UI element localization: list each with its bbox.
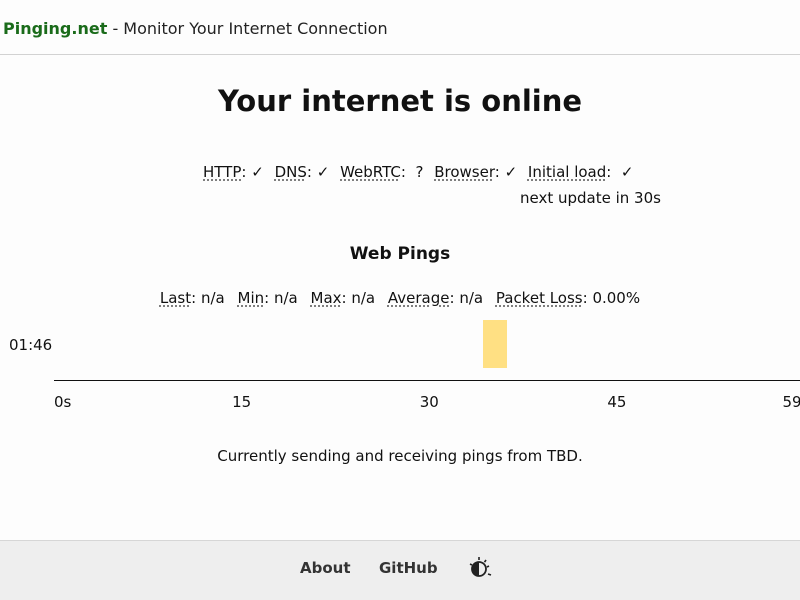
stat-min-value: n/a xyxy=(273,289,298,307)
site-header: Pinging.net - Monitor Your Internet Conn… xyxy=(0,0,800,55)
stat-max: Max: n/a xyxy=(310,289,376,307)
checks-row: HTTP: ✓ DNS: ✓ WebRTC: ? Browser: ✓ Init… xyxy=(203,163,639,181)
check-dns-value: ✓ xyxy=(316,163,330,181)
sending-status-text: Currently sending and receiving pings fr… xyxy=(217,447,583,465)
axis-tick-label: 30 xyxy=(419,393,439,411)
github-link[interactable]: GitHub xyxy=(379,559,438,577)
about-link[interactable]: About xyxy=(300,559,351,577)
axis-tick-label: 0s xyxy=(54,393,72,411)
stat-average: Average: n/a xyxy=(387,289,484,307)
ping-row-time: 01:46 xyxy=(9,336,53,354)
status-headline: Your internet is online xyxy=(0,84,800,118)
theme-toggle-icon[interactable] xyxy=(467,555,493,581)
check-webrtc-value: ? xyxy=(415,163,424,181)
check-browser-label[interactable]: Browser xyxy=(434,163,495,181)
stat-average-label[interactable]: Average xyxy=(388,289,450,307)
check-dns: DNS: ✓ xyxy=(274,163,330,181)
axis-tick-label: 45 xyxy=(607,393,627,411)
stat-max-value: n/a xyxy=(351,289,376,307)
timeline-axis xyxy=(54,380,800,381)
stat-average-value: n/a xyxy=(459,289,484,307)
stat-packet-loss-value: 0.00% xyxy=(592,289,641,307)
stat-max-label[interactable]: Max xyxy=(311,289,342,307)
check-browser-value: ✓ xyxy=(504,163,518,181)
check-initial-load: Initial load: ✓ xyxy=(527,163,634,181)
stat-min-label[interactable]: Min xyxy=(238,289,265,307)
stat-last-label[interactable]: Last xyxy=(160,289,191,307)
brand-row: Pinging.net - Monitor Your Internet Conn… xyxy=(3,19,388,38)
connection-state: online xyxy=(481,84,583,118)
web-pings-title: Web Pings xyxy=(349,244,451,264)
axis-tick-label: 15 xyxy=(232,393,252,411)
stat-last: Last: n/a xyxy=(159,289,225,307)
check-webrtc: WebRTC: ? xyxy=(340,163,424,181)
check-http-label[interactable]: HTTP xyxy=(203,163,241,181)
ping-stats-row: Last: n/a Min: n/a Max: n/a Average: n/a… xyxy=(0,289,800,307)
check-webrtc-label[interactable]: WebRTC xyxy=(340,163,401,181)
stat-packet-loss: Packet Loss: 0.00% xyxy=(495,289,641,307)
check-initial-load-value: ✓ xyxy=(620,163,634,181)
check-http: HTTP: ✓ xyxy=(203,163,264,181)
check-dns-label[interactable]: DNS xyxy=(275,163,307,181)
tagline: - Monitor Your Internet Connection xyxy=(107,19,388,38)
ping-marker[interactable] xyxy=(482,320,507,368)
site-footer: About GitHub xyxy=(0,540,800,600)
brand-link[interactable]: Pinging.net xyxy=(3,19,107,38)
axis-tick-label: 59 xyxy=(782,393,800,411)
check-initial-load-label[interactable]: Initial load xyxy=(528,163,606,181)
stat-min: Min: n/a xyxy=(237,289,298,307)
check-browser: Browser: ✓ xyxy=(434,163,518,181)
stat-packet-loss-label[interactable]: Packet Loss xyxy=(496,289,583,307)
headline-prefix: Your internet is xyxy=(217,84,482,118)
stat-last-value: n/a xyxy=(200,289,225,307)
next-update-text: next update in 30s xyxy=(520,189,661,207)
check-http-value: ✓ xyxy=(251,163,264,181)
